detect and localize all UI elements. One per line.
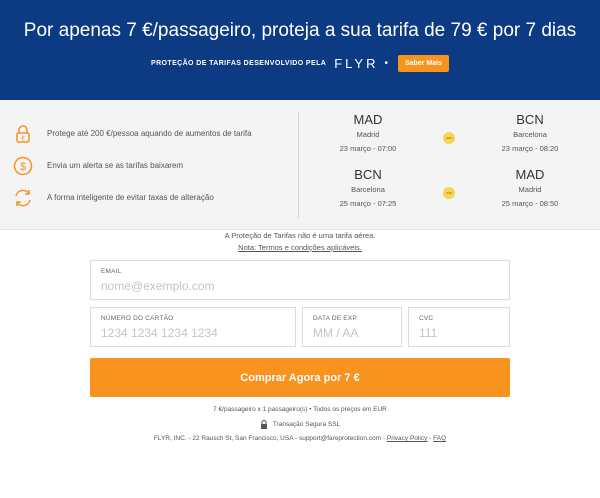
flight-datetime: 25 março - 07:25 [339,199,397,208]
learn-more-button[interactable]: Saber Mais [397,55,449,72]
feature-text: Envia um alerta se as tarifas baixarem [47,161,184,170]
lock-icon [260,420,267,429]
flight-datetime: 23 março - 07:00 [339,144,397,153]
powered-by-row: Proteção de tarifas desenvolvido pela FL… [0,55,600,72]
price-summary: 7 €/passageiro x 1 passageiro(s) • Todos… [213,406,387,413]
city-name: Barcelona [351,185,385,194]
headline: Por apenas 7 €/passageiro, proteja a sua… [23,20,577,41]
cvc-input[interactable] [419,326,499,340]
airport-code: BCN [516,112,544,127]
buy-now-button[interactable]: Comprar Agora por 7 € [90,358,510,397]
separator-dot: • [384,58,388,69]
feature-panel: € Protege até 200 €/pessoa aquando de au… [0,100,600,230]
plane-icon [443,187,455,199]
secure-row: Transação Segura SSL [0,420,600,429]
company-info: FLYR, INC. - 22 Rausch St, San Francisco… [153,435,386,442]
card-number-field: NÚMERO DO CARTÃO [90,307,296,347]
lock-icon: € [16,124,30,143]
disclaimer-text: A Proteção de Tarifas não é uma tarifa a… [224,231,376,240]
cvc-field: CVC [408,307,510,347]
powered-by-text: Proteção de tarifas desenvolvido pela [151,60,327,67]
airport-code: MAD [353,112,383,127]
panel-divider [298,112,299,218]
flight-outbound: MAD Madrid 23 março - 07:00 BCN Barcelon… [300,112,600,162]
feature-item: $ Envia um alerta se as tarifas baixarem [12,150,292,181]
feature-item: A forma inteligente de evitar taxas de a… [12,182,292,213]
refresh-icon [15,189,31,206]
feature-text: A forma inteligente de evitar taxas de a… [47,193,214,202]
flight-origin: BCN Barcelona 25 março - 07:25 [318,167,418,208]
footer-separator: - [429,435,432,442]
secure-text: Transação Segura SSL [272,421,341,428]
footer-line: FLYR, INC. - 22 Rausch St, San Francisco… [0,435,600,442]
city-name: Madrid [356,130,380,139]
feature-list: € Protege até 200 €/pessoa aquando de au… [12,118,292,214]
cvc-label: CVC [419,315,434,322]
expiry-input[interactable] [313,326,391,340]
svg-text:$: $ [20,161,26,173]
airport-code: MAD [515,167,545,182]
flyr-logo: FLYR [334,56,379,71]
flight-destination: BCN Barcelona 23 março - 08:20 [480,112,580,153]
email-input[interactable] [101,279,499,293]
disclaimer-row: Nota: Termos e condições aplicáveis. [0,243,600,252]
privacy-policy-link[interactable]: Privacy Policy [387,435,427,442]
expiry-label: DATA DE EXP. [313,315,359,322]
flight-datetime: 23 março - 08:20 [501,144,559,153]
feature-text: Protege até 200 €/pessoa aquando de aume… [47,129,252,138]
terms-link[interactable]: Nota: Termos e condições aplicáveis. [238,243,362,252]
flight-destination: MAD Madrid 25 março - 08:50 [480,167,580,208]
card-number-label: NÚMERO DO CARTÃO [101,315,174,322]
expiry-field: DATA DE EXP. [302,307,402,347]
city-name: Madrid [518,185,542,194]
city-name: Barcelona [513,130,547,139]
flight-origin: MAD Madrid 23 março - 07:00 [318,112,418,153]
dollar-coin-icon: $ [13,156,33,175]
card-number-input[interactable] [101,326,285,340]
email-label: EMAIL [101,268,122,275]
airport-code: BCN [354,167,382,182]
faq-link[interactable]: FAQ [433,435,446,442]
feature-item: € Protege até 200 €/pessoa aquando de au… [12,118,292,149]
flight-datetime: 25 março - 08:50 [501,199,559,208]
header-banner: Por apenas 7 €/passageiro, proteja a sua… [0,0,600,100]
email-field: EMAIL [90,260,510,300]
flight-return: BCN Barcelona 25 março - 07:25 MAD Madri… [300,167,600,217]
plane-icon [443,132,455,144]
